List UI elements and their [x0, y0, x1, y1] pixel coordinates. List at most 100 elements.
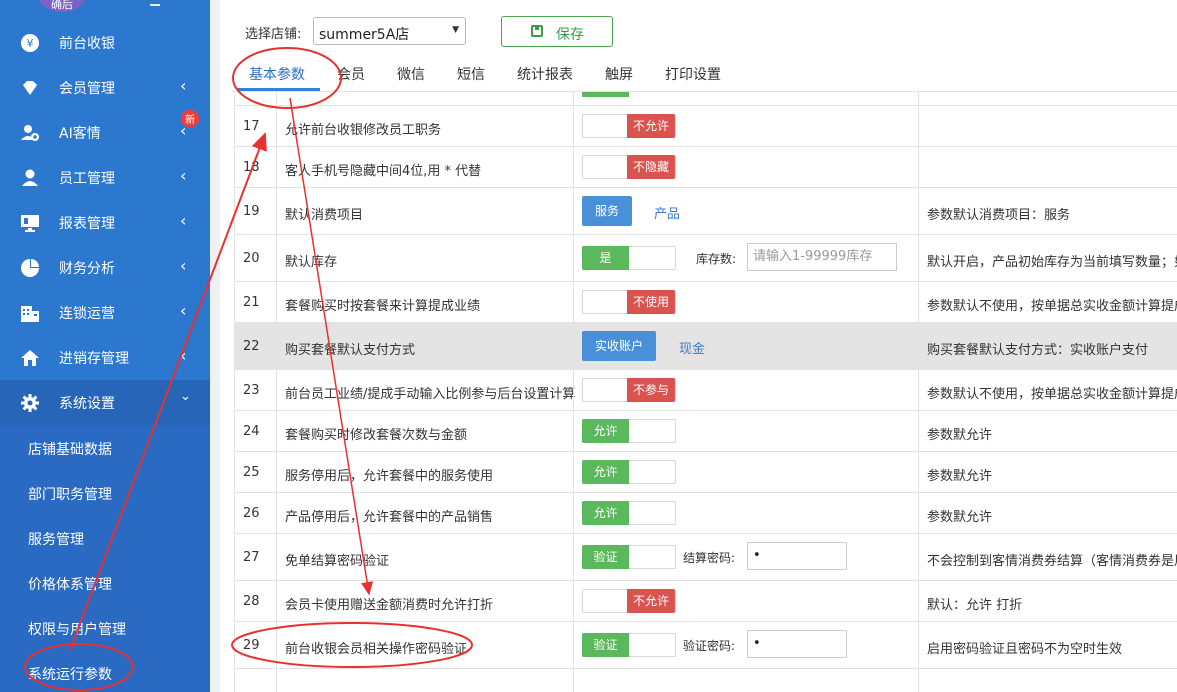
toggle-switch[interactable]: 验证: [582, 633, 676, 657]
yen-icon: ¥: [20, 33, 40, 53]
tab-print-settings[interactable]: 打印设置: [665, 64, 721, 84]
toggle-label: 允许: [582, 501, 629, 525]
building-icon: [20, 303, 40, 323]
sidebar: 确后 ¥ 前台收银 会员管理 ‹ AI客情 ‹ 新 员工管理 ‹ 报表管理 ‹ …: [0, 0, 210, 692]
sidebar-item-label: 会员管理: [59, 81, 115, 97]
sidebar-scrollbar[interactable]: [210, 0, 220, 692]
toggle-label: 验证: [582, 545, 629, 569]
sidebar-item-finance[interactable]: 财务分析 ‹: [0, 245, 210, 290]
tab-sms[interactable]: 短信: [457, 64, 485, 84]
row-number: 24: [243, 424, 260, 439]
save-button[interactable]: 保存: [501, 16, 613, 47]
params-table: 17 允许前台收银修改员工职务 不允许 18 客人手机号隐藏中间4位,用 * 代…: [234, 92, 1177, 692]
choice-option[interactable]: 产品: [654, 203, 680, 222]
store-select-label: 选择店铺:: [245, 27, 302, 42]
table-row: [234, 92, 1177, 106]
sidebar-subitem-services[interactable]: 服务管理: [28, 529, 84, 549]
sidebar-submenu: 店铺基础数据 部门职务管理 服务管理 价格体系管理 权限与用户管理 系统运行参数: [0, 425, 210, 692]
table-row: 18 客人手机号隐藏中间4位,用 * 代替 不隐藏: [234, 147, 1177, 188]
sidebar-item-reports[interactable]: 报表管理 ‹: [0, 200, 210, 245]
sidebar-subitem-system-params[interactable]: 系统运行参数: [28, 664, 112, 684]
toggle-label: 允许: [582, 419, 629, 443]
row-name: 购买套餐默认支付方式: [285, 343, 416, 358]
verify-password-label: 验证密码:: [683, 639, 736, 653]
row-name: 默认消费项目: [285, 208, 364, 223]
chevron-left-icon: ‹: [180, 76, 187, 95]
chevron-left-icon: ‹: [180, 256, 187, 275]
row-number: 21: [243, 295, 260, 310]
toggle-label: 是: [582, 246, 629, 270]
sidebar-item-members[interactable]: 会员管理 ‹: [0, 65, 210, 110]
chevron-down-icon: ⌄: [180, 389, 191, 404]
row-number: 23: [243, 383, 260, 398]
row-description: 参数默认不使用，按单据总实收金额计算提成业: [927, 387, 1177, 402]
toggle-label: 不使用: [627, 290, 675, 314]
sidebar-item-label: 报表管理: [59, 216, 115, 232]
row-name: 客人手机号隐藏中间4位,用 * 代替: [285, 164, 482, 179]
row-description: 启用密码验证且密码不为空时生效: [927, 642, 1123, 657]
toggle-switch[interactable]: 验证: [582, 545, 676, 569]
user-menu-icon[interactable]: [150, 4, 160, 10]
sidebar-item-label: 员工管理: [59, 171, 115, 187]
row-description: 参数默认消费项目：服务: [927, 208, 1071, 223]
row-number: 22: [243, 339, 260, 354]
stock-label: 库存数:: [696, 252, 737, 266]
toggle-switch[interactable]: 允许: [582, 419, 676, 443]
sidebar-subitem-pricing[interactable]: 价格体系管理: [28, 574, 112, 594]
tab-basic-params[interactable]: 基本参数: [249, 64, 305, 84]
toggle-switch[interactable]: 不允许: [582, 589, 676, 613]
row-name: 免单结算密码验证: [285, 554, 390, 569]
settle-password-input[interactable]: •: [747, 542, 847, 570]
table-row: 25 服务停用后，允许套餐中的服务使用 允许 参数默允许: [234, 452, 1177, 493]
sidebar-item-label: 进销存管理: [59, 351, 129, 367]
sidebar-item-inventory[interactable]: 进销存管理 ‹: [0, 335, 210, 380]
gear-icon: [20, 393, 40, 413]
toggle-label: 不隐藏: [627, 155, 675, 179]
user-icon: [20, 168, 40, 188]
toggle-switch[interactable]: 允许: [582, 460, 676, 484]
tab-touchscreen[interactable]: 触屏: [605, 64, 633, 84]
row-name: 产品停用后，允许套餐中的产品销售: [285, 510, 494, 525]
stock-input[interactable]: 请输入1-99999库存: [747, 243, 897, 271]
choice-selected[interactable]: 服务: [582, 196, 633, 226]
table-row: 27 免单结算密码验证 验证 结算密码: • 不会控制到客情消费券结算（客情消费…: [234, 534, 1177, 581]
toggle-switch[interactable]: [582, 92, 629, 97]
table-row: 17 允许前台收银修改员工职务 不允许: [234, 106, 1177, 147]
verify-password-input[interactable]: •: [747, 630, 847, 658]
sidebar-subitem-store-data[interactable]: 店铺基础数据: [28, 439, 112, 459]
sidebar-item-cashier[interactable]: ¥ 前台收银: [0, 20, 210, 65]
choice-selected[interactable]: 实收账户: [582, 331, 657, 361]
row-name: 允许前台收银修改员工职务: [285, 123, 442, 138]
toggle-switch[interactable]: 不使用: [582, 290, 676, 314]
sidebar-item-ai[interactable]: AI客情 ‹: [0, 110, 210, 155]
sidebar-item-staff[interactable]: 员工管理 ‹: [0, 155, 210, 200]
toggle-switch[interactable]: 不参与: [582, 378, 676, 402]
chevron-left-icon: ‹: [180, 301, 187, 320]
monitor-icon: [20, 213, 40, 233]
toggle-label: 允许: [582, 460, 629, 484]
row-name: 套餐购买时修改套餐次数与金额: [285, 428, 468, 443]
choice-option[interactable]: 现金: [679, 338, 705, 357]
avatar[interactable]: 确后: [38, 0, 86, 12]
toggle-switch[interactable]: 不隐藏: [582, 155, 676, 179]
store-select[interactable]: summer5A店 ▼: [313, 17, 466, 45]
sidebar-subitem-departments[interactable]: 部门职务管理: [28, 484, 112, 504]
toggle-switch[interactable]: 是: [582, 246, 676, 270]
toggle-switch[interactable]: 允许: [582, 501, 676, 525]
row-description: 参数默允许: [927, 510, 993, 525]
table-row: 19 默认消费项目 服务 产品 参数默认消费项目：服务: [234, 188, 1177, 235]
sidebar-item-label: 财务分析: [59, 261, 115, 277]
toggle-switch[interactable]: 不允许: [582, 114, 676, 138]
toggle-label: 验证: [582, 633, 629, 657]
tab-stats-reports[interactable]: 统计报表: [517, 64, 573, 84]
sidebar-item-chain[interactable]: 连锁运营 ‹: [0, 290, 210, 335]
row-description: 参数默认不使用，按单据总实收金额计算提成业: [927, 299, 1177, 314]
sidebar-subitem-permissions[interactable]: 权限与用户管理: [28, 619, 126, 639]
row-name: 服务停用后，允许套餐中的服务使用: [285, 469, 494, 484]
table-row: 22 购买套餐默认支付方式 实收账户 现金 购买套餐默认支付方式：实收账户支付: [234, 323, 1177, 370]
chevron-left-icon: ‹: [180, 211, 187, 230]
tab-members[interactable]: 会员: [337, 64, 365, 84]
sidebar-item-settings[interactable]: 系统设置 ⌄: [0, 380, 210, 425]
column-divider: [573, 92, 574, 692]
tab-wechat[interactable]: 微信: [397, 64, 425, 84]
